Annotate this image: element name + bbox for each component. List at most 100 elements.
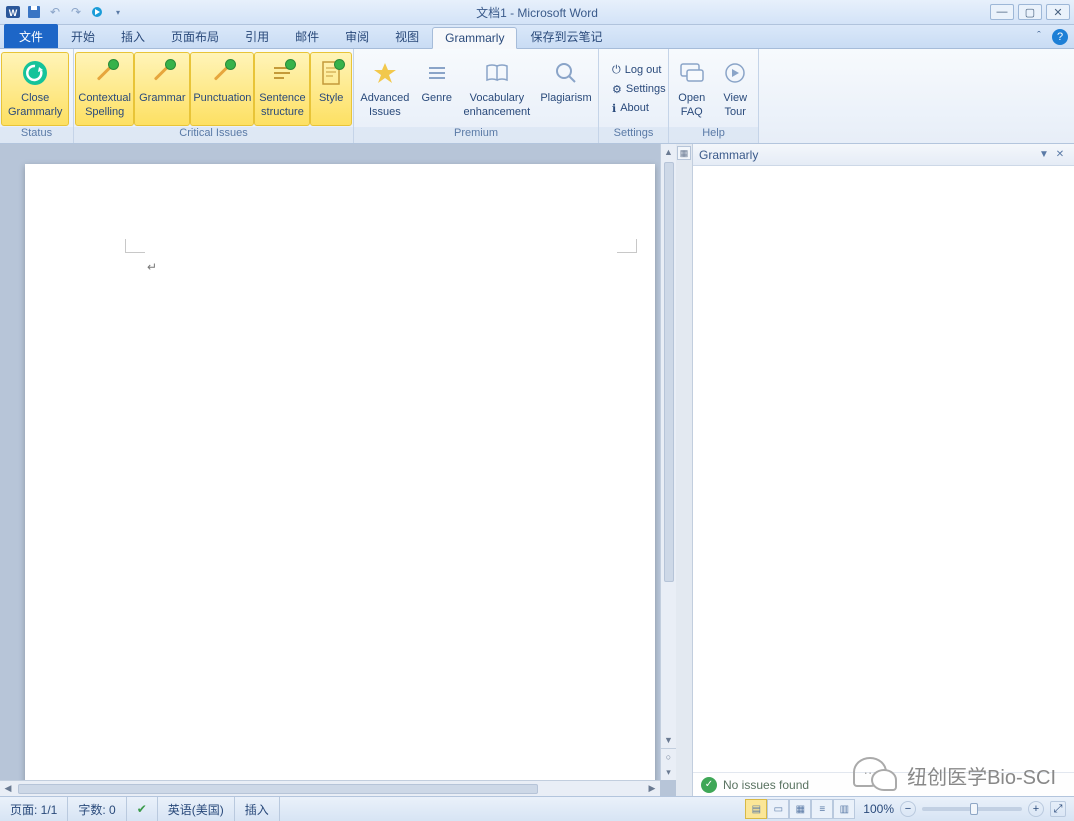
plagiarism-button[interactable]: Plagiarism <box>535 52 597 126</box>
status-language[interactable]: 英语(美国) <box>158 797 235 821</box>
about-button[interactable]: ℹ About <box>608 100 670 117</box>
restore-button[interactable]: ▢ <box>1018 4 1042 20</box>
tab-save-cloud[interactable]: 保存到云笔记 <box>517 24 615 48</box>
settings-button[interactable]: ⚙Settings <box>608 81 670 98</box>
view-fullscreen-icon[interactable]: ▭ <box>767 799 789 819</box>
advanced-issues-button[interactable]: Advanced Issues <box>355 52 415 126</box>
tab-file[interactable]: 文件 <box>4 24 58 48</box>
genre-button[interactable]: Genre <box>415 52 459 126</box>
grammarly-logo-icon <box>19 57 51 89</box>
refresh-icon[interactable] <box>88 3 106 21</box>
status-insert-label: 插入 <box>245 801 269 818</box>
book-icon <box>481 57 513 89</box>
status-wordcount-label: 字数: 0 <box>78 801 115 818</box>
status-language-label: 英语(美国) <box>168 801 224 818</box>
grammar-label: Grammar <box>139 92 185 106</box>
svg-text:W: W <box>9 8 18 18</box>
window-title: 文档1 - Microsoft Word <box>476 4 598 21</box>
tab-references[interactable]: 引用 <box>232 24 282 48</box>
view-web-icon[interactable]: ▦ <box>789 799 811 819</box>
ruler-toggle-icon[interactable]: ▦ <box>677 146 691 160</box>
vocabulary-label: Vocabulary enhancement <box>464 92 531 120</box>
redo-icon[interactable]: ↷ <box>67 3 85 21</box>
panel-status-text: No issues found <box>723 778 809 792</box>
logout-label: Log out <box>625 64 662 76</box>
margin-marker-right <box>617 239 637 253</box>
sentence-structure-label: Sentence structure <box>259 92 305 120</box>
search-icon <box>550 57 582 89</box>
close-grammarly-button[interactable]: Close Grammarly <box>1 52 69 126</box>
proofing-icon: ✔ <box>137 802 147 816</box>
grammar-button[interactable]: Grammar <box>134 52 190 126</box>
group-critical-issues: Contextual Spelling Grammar Punctuation … <box>74 49 354 143</box>
zoom-slider-knob[interactable] <box>970 803 978 815</box>
quick-access-toolbar: W ↶ ↷ ▾ <box>0 3 127 21</box>
document-icon <box>315 57 347 89</box>
minimize-ribbon-icon[interactable]: ˆ <box>1032 29 1046 43</box>
group-help: Open FAQ View Tour Help <box>669 49 759 143</box>
undo-icon[interactable]: ↶ <box>46 3 64 21</box>
qat-dropdown-icon[interactable]: ▾ <box>109 3 127 21</box>
word-app-icon: W <box>4 3 22 21</box>
tab-review[interactable]: 审阅 <box>332 24 382 48</box>
tab-home[interactable]: 开始 <box>58 24 108 48</box>
tour-icon <box>719 57 751 89</box>
tab-view[interactable]: 视图 <box>382 24 432 48</box>
horizontal-scrollbar[interactable]: ◀ ▶ <box>0 780 660 796</box>
scroll-down-icon[interactable]: ▼ <box>661 732 677 748</box>
view-print-layout-icon[interactable]: ▤ <box>745 799 767 819</box>
gear-icon: ⚙ <box>612 83 622 96</box>
logout-button[interactable]: ⏻Log out <box>608 62 670 79</box>
zoom-fit-button[interactable]: ⤢ <box>1050 801 1066 817</box>
minimize-button[interactable]: — <box>990 4 1014 20</box>
about-label: About <box>620 102 649 114</box>
info-icon: ℹ <box>612 102 616 115</box>
scroll-right-icon[interactable]: ▶ <box>644 781 660 797</box>
scroll-up-icon[interactable]: ▲ <box>661 144 677 160</box>
close-window-button[interactable]: ✕ <box>1046 4 1070 20</box>
browse-object-icon[interactable]: ○ <box>661 748 677 764</box>
content-area: ↵ ▲ ▼ ○ ▾ ◀ ▶ ▦ Grammarly ▼ ✕ ✓ <box>0 144 1074 796</box>
status-proofing[interactable]: ✔ <box>127 797 158 821</box>
view-outline-icon[interactable]: ≡ <box>811 799 833 819</box>
view-draft-icon[interactable]: ▥ <box>833 799 855 819</box>
zoom-control: 100% − + ⤢ <box>855 801 1074 817</box>
contextual-spelling-button[interactable]: Contextual Spelling <box>75 52 134 126</box>
style-label: Style <box>319 92 343 106</box>
tab-grammarly[interactable]: Grammarly <box>432 27 517 49</box>
panel-menu-icon[interactable]: ▼ <box>1036 148 1052 162</box>
punctuation-button[interactable]: Punctuation <box>190 52 254 126</box>
zoom-out-button[interactable]: − <box>900 801 916 817</box>
zoom-in-button[interactable]: + <box>1028 801 1044 817</box>
pencil-icon <box>89 57 121 89</box>
view-tour-button[interactable]: View Tour <box>714 52 758 126</box>
view-mode-buttons: ▤ ▭ ▦ ≡ ▥ <box>745 799 855 819</box>
status-page[interactable]: 页面: 1/1 <box>0 797 68 821</box>
document-page[interactable]: ↵ <box>25 164 655 780</box>
save-icon[interactable] <box>25 3 43 21</box>
punctuation-label: Punctuation <box>193 92 251 106</box>
sentence-structure-button[interactable]: Sentence structure <box>254 52 310 126</box>
panel-splitter[interactable]: ▦ <box>676 144 692 796</box>
panel-close-icon[interactable]: ✕ <box>1052 148 1068 162</box>
status-bar: 页面: 1/1 字数: 0 ✔ 英语(美国) 插入 ▤ ▭ ▦ ≡ ▥ 100%… <box>0 796 1074 821</box>
tab-layout[interactable]: 页面布局 <box>158 24 232 48</box>
status-insert-mode[interactable]: 插入 <box>235 797 280 821</box>
style-button[interactable]: Style <box>310 52 352 126</box>
vertical-scrollbar[interactable]: ▲ ▼ ○ ▾ <box>660 144 676 780</box>
ribbon: Close Grammarly Status Contextual Spelli… <box>0 49 1074 144</box>
zoom-value[interactable]: 100% <box>863 802 894 816</box>
tab-insert[interactable]: 插入 <box>108 24 158 48</box>
hscroll-thumb[interactable] <box>18 784 538 794</box>
help-icon[interactable]: ? <box>1052 29 1068 45</box>
zoom-slider[interactable] <box>922 807 1022 811</box>
vocabulary-button[interactable]: Vocabulary enhancement <box>459 52 535 126</box>
next-page-icon[interactable]: ▾ <box>661 764 677 780</box>
scroll-left-icon[interactable]: ◀ <box>0 781 16 797</box>
open-faq-button[interactable]: Open FAQ <box>670 52 714 126</box>
group-help-label: Help <box>669 127 758 143</box>
tab-mail[interactable]: 邮件 <box>282 24 332 48</box>
status-wordcount[interactable]: 字数: 0 <box>68 797 126 821</box>
grammarly-panel: Grammarly ▼ ✕ ✓ No issues found <box>692 144 1074 796</box>
scroll-thumb[interactable] <box>664 162 674 582</box>
